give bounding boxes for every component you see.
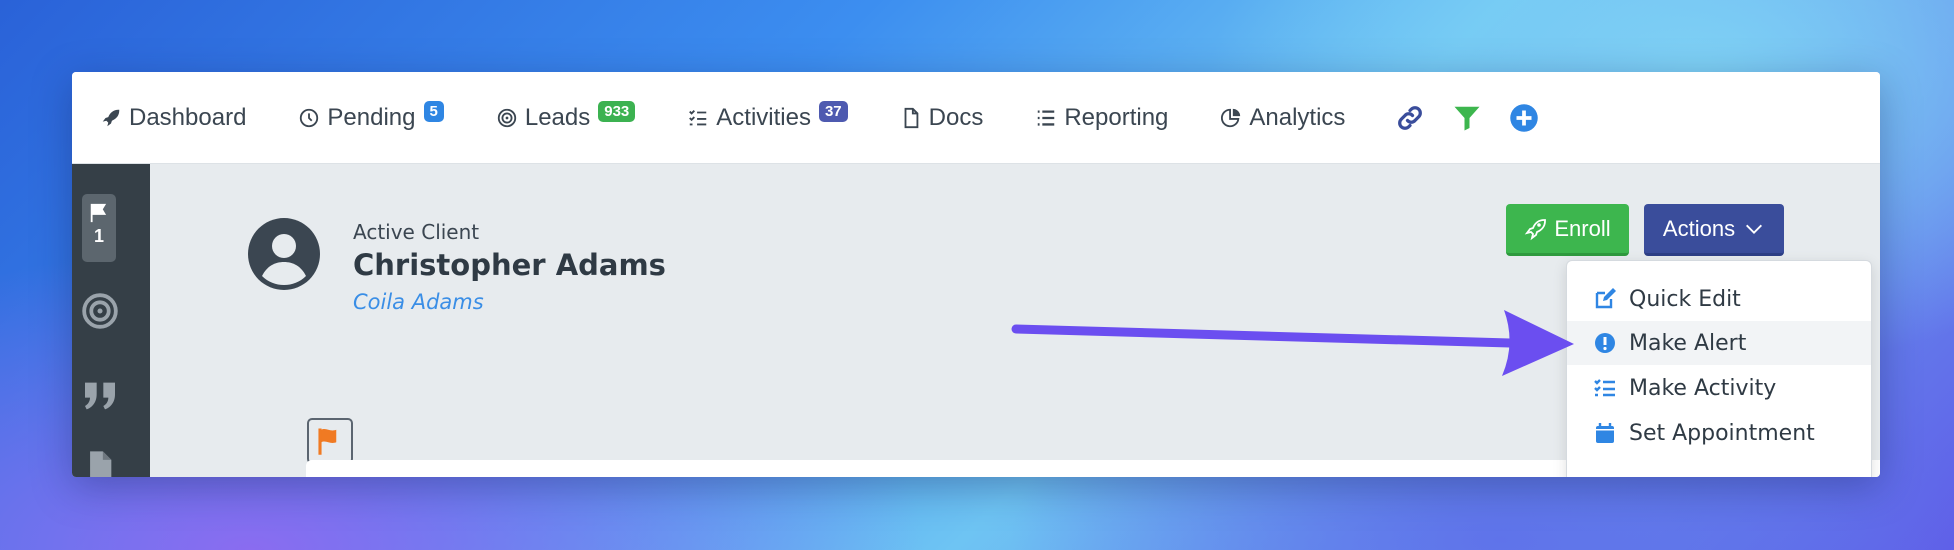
menu-item-make-activity[interactable]: Make Activity xyxy=(1567,366,1871,410)
nav-reporting-label: Reporting xyxy=(1064,103,1169,131)
quote-icon xyxy=(85,382,115,410)
nav-analytics-label: Analytics xyxy=(1249,103,1346,131)
app-window: Dashboard Pending 5 Leads 933 Activities… xyxy=(72,72,1880,477)
menu-item-label: Set Appointment xyxy=(1629,420,1815,446)
nav-dashboard-label: Dashboard xyxy=(129,103,247,131)
alert-circle-icon xyxy=(1595,333,1615,353)
activities-count-badge: 37 xyxy=(818,101,848,122)
nav-activities-label: Activities xyxy=(716,103,811,131)
plus-circle-icon[interactable] xyxy=(1507,101,1541,135)
rocket-icon xyxy=(1525,218,1547,240)
sidebar: 1 xyxy=(72,164,150,477)
file-icon xyxy=(90,451,112,477)
enroll-button[interactable]: Enroll xyxy=(1506,204,1629,256)
nav-pending[interactable]: Pending 5 xyxy=(298,101,444,132)
nav-leads[interactable]: Leads 933 xyxy=(496,101,636,132)
user-avatar-icon xyxy=(248,218,320,290)
sidebar-target[interactable] xyxy=(72,292,128,330)
flag-button[interactable] xyxy=(307,418,353,464)
client-secondary-name[interactable]: Coila Adams xyxy=(353,290,484,314)
sidebar-flags[interactable]: 1 xyxy=(82,194,116,262)
file-icon xyxy=(904,107,918,128)
menu-item-set-appointment[interactable]: Set Appointment xyxy=(1567,411,1871,455)
nav-docs[interactable]: Docs xyxy=(900,103,984,132)
filter-icon[interactable] xyxy=(1450,101,1484,135)
tasks-icon xyxy=(1594,379,1615,397)
pie-chart-icon xyxy=(1221,108,1241,127)
actions-dropdown-menu: Quick Edit Make Alert Make Activity Set … xyxy=(1566,260,1872,477)
nav-quick-icons xyxy=(1393,101,1564,135)
menu-item-label: Quick Edit xyxy=(1629,286,1741,312)
menu-item-make-alert[interactable]: Make Alert xyxy=(1567,321,1871,365)
sidebar-docs[interactable] xyxy=(72,450,128,477)
flag-count: 1 xyxy=(93,226,104,246)
nav-leads-label: Leads xyxy=(524,103,591,131)
menu-item-quick-edit[interactable]: Quick Edit xyxy=(1567,277,1871,321)
actions-button[interactable]: Actions xyxy=(1644,204,1784,256)
flag-icon xyxy=(318,428,337,455)
target-icon xyxy=(82,293,118,329)
target-icon xyxy=(497,108,517,127)
chevron-down-icon xyxy=(1746,224,1763,234)
list-icon xyxy=(1038,109,1055,126)
sidebar-quotes[interactable] xyxy=(72,376,128,416)
flag-icon xyxy=(90,203,107,223)
clock-icon xyxy=(300,108,319,127)
enroll-label: Enroll xyxy=(1554,215,1611,241)
top-navigation: Dashboard Pending 5 Leads 933 Activities… xyxy=(72,72,1880,164)
nav-dashboard[interactable]: Dashboard xyxy=(100,104,246,132)
menu-item-label: Make Alert xyxy=(1629,330,1747,356)
actions-label: Actions xyxy=(1662,215,1736,241)
nav-activities[interactable]: Activities 37 xyxy=(687,101,848,132)
edit-icon xyxy=(1595,288,1616,309)
pending-count-badge: 5 xyxy=(423,101,444,122)
calendar-icon xyxy=(1596,423,1614,443)
rocket-icon xyxy=(102,109,120,126)
nav-analytics[interactable]: Analytics xyxy=(1220,104,1345,132)
nav-pending-label: Pending xyxy=(327,103,416,131)
link-icon[interactable] xyxy=(1393,101,1427,135)
client-status-label: Active Client xyxy=(353,220,480,244)
nav-docs-label: Docs xyxy=(928,103,984,131)
leads-count-badge: 933 xyxy=(598,101,636,122)
client-name: Christopher Adams xyxy=(353,248,666,282)
menu-item-label: Make Activity xyxy=(1629,375,1777,401)
nav-reporting[interactable]: Reporting xyxy=(1035,104,1168,132)
tasks-icon xyxy=(689,109,707,125)
